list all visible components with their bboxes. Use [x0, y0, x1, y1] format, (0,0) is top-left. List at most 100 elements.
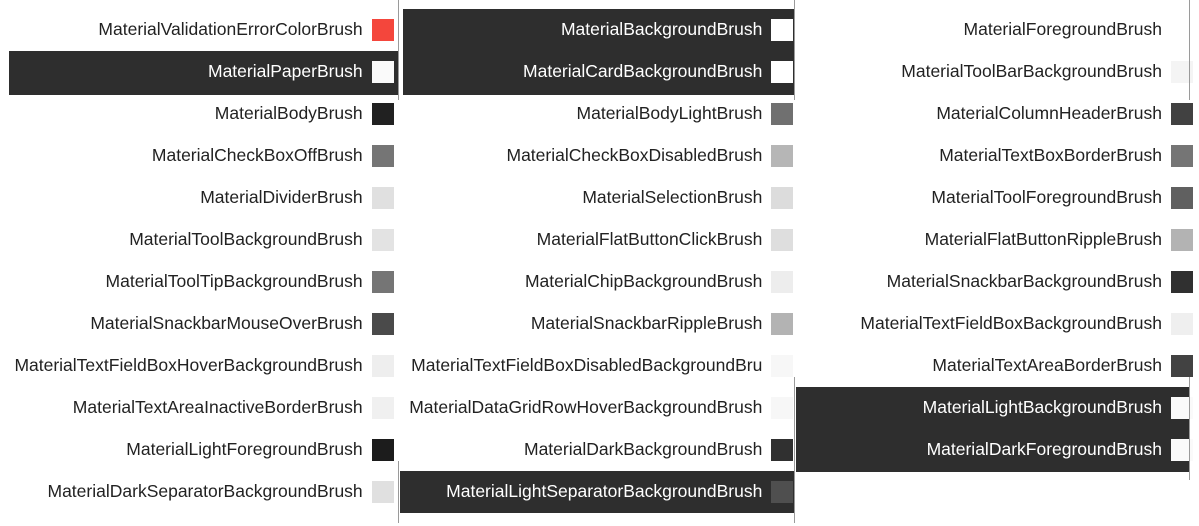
brush-name-label: MaterialToolForegroundBrush — [931, 189, 1162, 207]
brush-row[interactable]: MaterialChipBackgroundBrush — [400, 261, 800, 303]
brush-row[interactable]: MaterialColumnHeaderBrush — [799, 93, 1199, 135]
brush-name-label: MaterialToolBarBackgroundBrush — [901, 63, 1162, 81]
brush-color-swatch[interactable] — [371, 103, 394, 125]
brush-name-label: MaterialSnackbarBackgroundBrush — [886, 273, 1162, 291]
brush-row[interactable]: MaterialTextAreaBorderBrush — [799, 345, 1199, 387]
brush-color-swatch[interactable] — [1170, 355, 1193, 377]
brush-color-swatch[interactable] — [371, 229, 394, 251]
brush-color-swatch[interactable] — [1170, 229, 1193, 251]
brush-color-swatch[interactable] — [771, 439, 794, 461]
brush-color-swatch[interactable] — [771, 355, 794, 377]
brush-color-swatch[interactable] — [771, 271, 794, 293]
brush-color-swatch[interactable] — [1170, 103, 1193, 125]
column-3: MaterialForegroundBrush MaterialToolBarBa… — [799, 0, 1199, 526]
brush-name-label: MaterialFlatButtonRippleBrush — [924, 231, 1162, 249]
brush-color-swatch[interactable] — [771, 19, 794, 41]
brush-name-label: MaterialDarkSeparatorBackgroundBrush — [47, 483, 363, 501]
brush-color-swatch[interactable] — [771, 145, 794, 167]
brush-row[interactable]: MaterialToolBackgroundBrush — [0, 219, 400, 261]
brush-color-swatch[interactable] — [771, 397, 794, 419]
brush-name-label: MaterialDarkForegroundBrush — [926, 441, 1162, 459]
brush-color-swatch[interactable] — [371, 145, 394, 167]
brush-color-swatch[interactable] — [771, 187, 794, 209]
brush-color-swatch[interactable] — [1170, 271, 1193, 293]
brush-name-label: MaterialCheckBoxOffBrush — [151, 147, 363, 165]
brush-name-label: MaterialToolTipBackgroundBrush — [105, 273, 363, 291]
brush-name-label: MaterialForegroundBrush — [963, 21, 1162, 39]
brush-row[interactable]: MaterialCheckBoxDisabledBrush — [400, 135, 800, 177]
brush-color-swatch[interactable] — [771, 61, 794, 83]
brush-row[interactable]: MaterialSnackbarRippleBrush — [400, 303, 800, 345]
brush-color-swatch[interactable] — [371, 61, 394, 83]
brush-row[interactable]: MaterialCardBackgroundBrush — [400, 51, 800, 93]
brush-row[interactable]: MaterialSnackbarBackgroundBrush — [799, 261, 1199, 303]
brush-row[interactable]: MaterialTextAreaInactiveBorderBrush — [0, 387, 400, 429]
brush-color-swatch[interactable] — [1170, 187, 1193, 209]
brush-row[interactable]: MaterialTextFieldBoxBackgroundBrush — [799, 303, 1199, 345]
brush-row[interactable]: MaterialDataGridRowHoverBackgroundBrush — [400, 387, 800, 429]
brush-name-label: MaterialBackgroundBrush — [560, 21, 763, 39]
brush-name-label: MaterialDarkBackgroundBrush — [524, 441, 763, 459]
brush-name-label: MaterialDataGridRowHoverBackgroundBrush — [409, 399, 763, 417]
brush-name-label: MaterialSnackbarRippleBrush — [530, 315, 763, 333]
brush-name-label: MaterialTextFieldBoxDisabledBackgroundBr… — [411, 357, 763, 375]
brush-name-label: MaterialSnackbarMouseOverBrush — [90, 315, 363, 333]
brush-color-swatch[interactable] — [371, 481, 394, 503]
brush-name-label: MaterialFlatButtonClickBrush — [536, 231, 763, 249]
brush-color-swatch[interactable] — [371, 355, 394, 377]
brush-color-swatch[interactable] — [771, 229, 794, 251]
brush-color-swatch[interactable] — [371, 19, 394, 41]
brush-name-label: MaterialTextBoxBorderBrush — [939, 147, 1162, 165]
brush-name-label: MaterialChipBackgroundBrush — [524, 273, 763, 291]
brush-name-label: MaterialBodyBrush — [214, 105, 363, 123]
brush-row[interactable]: MaterialBackgroundBrush — [400, 9, 800, 51]
column-separator — [398, 461, 399, 523]
brush-color-swatch[interactable] — [771, 103, 794, 125]
brush-row[interactable]: MaterialLightSeparatorBackgroundBrush — [400, 471, 800, 513]
brush-columns: MaterialValidationErrorColorBrush Materia… — [0, 0, 1199, 526]
brush-row[interactable]: MaterialDarkBackgroundBrush — [400, 429, 800, 471]
brush-color-swatch[interactable] — [771, 313, 794, 335]
brush-name-label: MaterialTextFieldBoxHoverBackgroundBrush — [14, 357, 363, 375]
brush-row[interactable]: MaterialBodyLightBrush — [400, 93, 800, 135]
brush-name-label: MaterialCheckBoxDisabledBrush — [506, 147, 763, 165]
brush-row[interactable]: MaterialLightForegroundBrush — [0, 429, 400, 471]
column-separator — [1189, 377, 1190, 480]
brush-row[interactable]: MaterialSnackbarMouseOverBrush — [0, 303, 400, 345]
brush-row[interactable]: MaterialToolBarBackgroundBrush — [799, 51, 1199, 93]
brush-row[interactable]: MaterialFlatButtonRippleBrush — [799, 219, 1199, 261]
brush-row[interactable]: MaterialSelectionBrush — [400, 177, 800, 219]
brush-row[interactable]: MaterialForegroundBrush — [799, 9, 1199, 51]
brush-row[interactable]: MaterialToolTipBackgroundBrush — [0, 261, 400, 303]
brush-row[interactable]: MaterialToolForegroundBrush — [799, 177, 1199, 219]
brush-name-label: MaterialLightSeparatorBackgroundBrush — [446, 483, 763, 501]
brush-color-swatch[interactable] — [771, 481, 794, 503]
brush-row[interactable]: MaterialDarkSeparatorBackgroundBrush — [0, 471, 400, 513]
column-separator — [398, 0, 399, 100]
brush-row[interactable]: MaterialTextFieldBoxHoverBackgroundBrush — [0, 345, 400, 387]
brush-row[interactable]: MaterialValidationErrorColorBrush — [0, 9, 400, 51]
brush-row[interactable]: MaterialPaperBrush — [0, 51, 400, 93]
column-separator — [794, 461, 795, 523]
brush-color-swatch[interactable] — [371, 397, 394, 419]
brush-row[interactable]: MaterialLightBackgroundBrush — [799, 387, 1199, 429]
brush-row[interactable]: MaterialFlatButtonClickBrush — [400, 219, 800, 261]
brush-row[interactable]: MaterialTextFieldBoxDisabledBackgroundBr… — [400, 345, 800, 387]
brush-color-swatch[interactable] — [1170, 145, 1193, 167]
brush-color-swatch[interactable] — [371, 187, 394, 209]
brush-palette: MaterialValidationErrorColorBrush Materia… — [0, 0, 1199, 526]
brush-color-swatch[interactable] — [371, 313, 394, 335]
brush-row[interactable]: MaterialTextBoxBorderBrush — [799, 135, 1199, 177]
brush-color-swatch[interactable] — [371, 271, 394, 293]
brush-color-swatch[interactable] — [371, 439, 394, 461]
brush-name-label: MaterialCardBackgroundBrush — [523, 63, 763, 81]
column-separator — [794, 0, 795, 100]
brush-color-swatch[interactable] — [1170, 313, 1193, 335]
brush-row[interactable]: MaterialDividerBrush — [0, 177, 400, 219]
brush-name-label: MaterialTextAreaInactiveBorderBrush — [72, 399, 363, 417]
brush-row[interactable]: MaterialDarkForegroundBrush — [799, 429, 1199, 471]
brush-name-label: MaterialDividerBrush — [200, 189, 363, 207]
brush-row[interactable]: MaterialCheckBoxOffBrush — [0, 135, 400, 177]
brush-name-label: MaterialValidationErrorColorBrush — [98, 21, 363, 39]
brush-row[interactable]: MaterialBodyBrush — [0, 93, 400, 135]
